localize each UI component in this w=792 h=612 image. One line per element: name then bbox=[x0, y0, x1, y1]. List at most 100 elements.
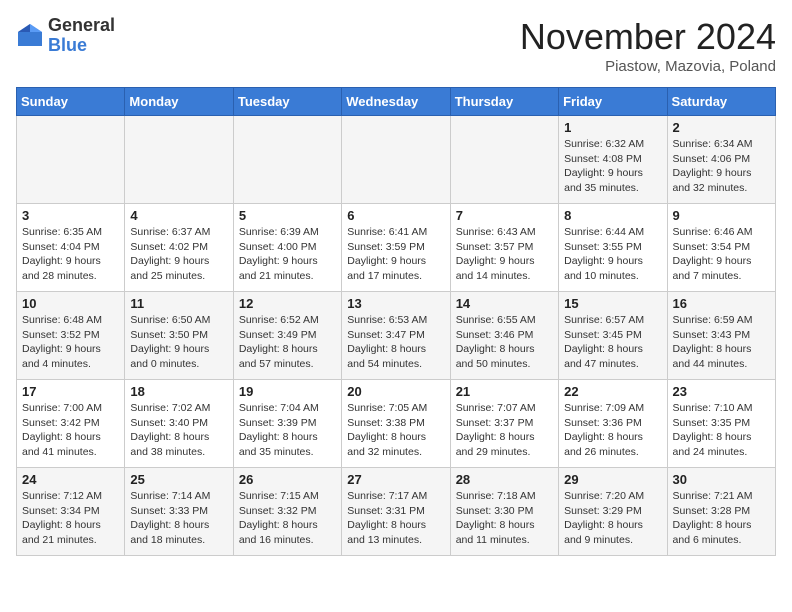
calendar-header-row: SundayMondayTuesdayWednesdayThursdayFrid… bbox=[17, 88, 776, 116]
day-info: Sunrise: 6:57 AM Sunset: 3:45 PM Dayligh… bbox=[564, 313, 661, 372]
calendar-cell: 18 Sunrise: 7:02 AM Sunset: 3:40 PM Dayli… bbox=[125, 380, 233, 468]
day-info: Sunrise: 6:34 AM Sunset: 4:06 PM Dayligh… bbox=[673, 137, 770, 196]
day-number: 28 bbox=[456, 472, 553, 487]
header-friday: Friday bbox=[559, 88, 667, 116]
day-number: 26 bbox=[239, 472, 336, 487]
calendar-cell: 19 Sunrise: 7:04 AM Sunset: 3:39 PM Dayli… bbox=[233, 380, 341, 468]
day-info: Sunrise: 7:04 AM Sunset: 3:39 PM Dayligh… bbox=[239, 401, 336, 460]
calendar-cell: 1Sunrise: 6:32 AM Sunset: 4:08 PM Daylig… bbox=[559, 116, 667, 204]
logo: General Blue bbox=[16, 16, 115, 56]
day-info: Sunrise: 7:20 AM Sunset: 3:29 PM Dayligh… bbox=[564, 489, 661, 548]
calendar-cell: 26Sunrise: 7:15 AM Sunset: 3:32 PM Dayli… bbox=[233, 468, 341, 556]
day-info: Sunrise: 7:09 AM Sunset: 3:36 PM Dayligh… bbox=[564, 401, 661, 460]
calendar-cell: 29Sunrise: 7:20 AM Sunset: 3:29 PM Dayli… bbox=[559, 468, 667, 556]
title-area: November 2024 Piastow, Mazovia, Poland bbox=[520, 16, 776, 75]
calendar-cell: 4Sunrise: 6:37 AM Sunset: 4:02 PM Daylig… bbox=[125, 204, 233, 292]
day-number: 8 bbox=[564, 208, 661, 223]
day-number: 23 bbox=[673, 384, 770, 399]
week-row-3: 17 Sunrise: 7:00 AM Sunset: 3:42 PM Dayli… bbox=[17, 380, 776, 468]
calendar-cell: 20 Sunrise: 7:05 AM Sunset: 3:38 PM Dayli… bbox=[342, 380, 450, 468]
day-number: 2 bbox=[673, 120, 770, 135]
header-thursday: Thursday bbox=[450, 88, 558, 116]
day-number: 11 bbox=[130, 296, 227, 311]
day-info: Sunrise: 7:10 AM Sunset: 3:35 PM Dayligh… bbox=[673, 401, 770, 460]
header-tuesday: Tuesday bbox=[233, 88, 341, 116]
day-info: Sunrise: 7:21 AM Sunset: 3:28 PM Dayligh… bbox=[673, 489, 770, 548]
day-number: 20 bbox=[347, 384, 444, 399]
day-number: 24 bbox=[22, 472, 119, 487]
calendar-cell: 10 Sunrise: 6:48 AM Sunset: 3:52 PM Dayli… bbox=[17, 292, 125, 380]
location: Piastow, Mazovia, Poland bbox=[520, 58, 776, 75]
day-number: 3 bbox=[22, 208, 119, 223]
calendar-cell: 27 Sunrise: 7:17 AM Sunset: 3:31 PM Dayli… bbox=[342, 468, 450, 556]
day-info: Sunrise: 6:44 AM Sunset: 3:55 PM Dayligh… bbox=[564, 225, 661, 284]
calendar-cell bbox=[17, 116, 125, 204]
day-info: Sunrise: 6:35 AM Sunset: 4:04 PM Dayligh… bbox=[22, 225, 119, 284]
day-number: 13 bbox=[347, 296, 444, 311]
week-row-2: 10 Sunrise: 6:48 AM Sunset: 3:52 PM Dayli… bbox=[17, 292, 776, 380]
header: General Blue November 2024 Piastow, Mazo… bbox=[16, 16, 776, 75]
day-info: Sunrise: 6:37 AM Sunset: 4:02 PM Dayligh… bbox=[130, 225, 227, 284]
calendar-cell: 17 Sunrise: 7:00 AM Sunset: 3:42 PM Dayli… bbox=[17, 380, 125, 468]
day-number: 10 bbox=[22, 296, 119, 311]
day-info: Sunrise: 7:12 AM Sunset: 3:34 PM Dayligh… bbox=[22, 489, 119, 548]
day-info: Sunrise: 7:14 AM Sunset: 3:33 PM Dayligh… bbox=[130, 489, 227, 548]
day-number: 21 bbox=[456, 384, 553, 399]
calendar-cell bbox=[450, 116, 558, 204]
calendar-cell: 7 Sunrise: 6:43 AM Sunset: 3:57 PM Daylig… bbox=[450, 204, 558, 292]
day-number: 18 bbox=[130, 384, 227, 399]
calendar-cell: 3 Sunrise: 6:35 AM Sunset: 4:04 PM Daylig… bbox=[17, 204, 125, 292]
day-number: 9 bbox=[673, 208, 770, 223]
calendar-cell: 22 Sunrise: 7:09 AM Sunset: 3:36 PM Dayli… bbox=[559, 380, 667, 468]
logo-icon bbox=[16, 22, 44, 50]
calendar-cell bbox=[233, 116, 341, 204]
day-info: Sunrise: 6:59 AM Sunset: 3:43 PM Dayligh… bbox=[673, 313, 770, 372]
header-saturday: Saturday bbox=[667, 88, 775, 116]
day-number: 16 bbox=[673, 296, 770, 311]
calendar-cell bbox=[125, 116, 233, 204]
week-row-0: 1Sunrise: 6:32 AM Sunset: 4:08 PM Daylig… bbox=[17, 116, 776, 204]
header-monday: Monday bbox=[125, 88, 233, 116]
logo-general: General bbox=[48, 16, 115, 36]
week-row-1: 3 Sunrise: 6:35 AM Sunset: 4:04 PM Daylig… bbox=[17, 204, 776, 292]
day-info: Sunrise: 7:05 AM Sunset: 3:38 PM Dayligh… bbox=[347, 401, 444, 460]
calendar-cell bbox=[342, 116, 450, 204]
calendar-cell: 15Sunrise: 6:57 AM Sunset: 3:45 PM Dayli… bbox=[559, 292, 667, 380]
day-number: 5 bbox=[239, 208, 336, 223]
day-info: Sunrise: 7:00 AM Sunset: 3:42 PM Dayligh… bbox=[22, 401, 119, 460]
header-sunday: Sunday bbox=[17, 88, 125, 116]
day-info: Sunrise: 6:39 AM Sunset: 4:00 PM Dayligh… bbox=[239, 225, 336, 284]
day-info: Sunrise: 6:48 AM Sunset: 3:52 PM Dayligh… bbox=[22, 313, 119, 372]
month-title: November 2024 bbox=[520, 16, 776, 58]
day-number: 17 bbox=[22, 384, 119, 399]
day-info: Sunrise: 6:41 AM Sunset: 3:59 PM Dayligh… bbox=[347, 225, 444, 284]
day-info: Sunrise: 7:17 AM Sunset: 3:31 PM Dayligh… bbox=[347, 489, 444, 548]
day-number: 7 bbox=[456, 208, 553, 223]
day-number: 27 bbox=[347, 472, 444, 487]
day-info: Sunrise: 6:43 AM Sunset: 3:57 PM Dayligh… bbox=[456, 225, 553, 284]
calendar-cell: 5 Sunrise: 6:39 AM Sunset: 4:00 PM Daylig… bbox=[233, 204, 341, 292]
week-row-4: 24 Sunrise: 7:12 AM Sunset: 3:34 PM Dayli… bbox=[17, 468, 776, 556]
day-number: 1 bbox=[564, 120, 661, 135]
day-info: Sunrise: 6:50 AM Sunset: 3:50 PM Dayligh… bbox=[130, 313, 227, 372]
day-info: Sunrise: 6:52 AM Sunset: 3:49 PM Dayligh… bbox=[239, 313, 336, 372]
day-info: Sunrise: 6:46 AM Sunset: 3:54 PM Dayligh… bbox=[673, 225, 770, 284]
calendar-cell: 23 Sunrise: 7:10 AM Sunset: 3:35 PM Dayli… bbox=[667, 380, 775, 468]
day-number: 30 bbox=[673, 472, 770, 487]
day-number: 12 bbox=[239, 296, 336, 311]
day-info: Sunrise: 7:02 AM Sunset: 3:40 PM Dayligh… bbox=[130, 401, 227, 460]
calendar-cell: 30 Sunrise: 7:21 AM Sunset: 3:28 PM Dayli… bbox=[667, 468, 775, 556]
day-number: 22 bbox=[564, 384, 661, 399]
day-number: 14 bbox=[456, 296, 553, 311]
day-number: 25 bbox=[130, 472, 227, 487]
calendar-cell: 21 Sunrise: 7:07 AM Sunset: 3:37 PM Dayli… bbox=[450, 380, 558, 468]
day-info: Sunrise: 7:18 AM Sunset: 3:30 PM Dayligh… bbox=[456, 489, 553, 548]
logo-text: General Blue bbox=[48, 16, 115, 56]
calendar-cell: 11 Sunrise: 6:50 AM Sunset: 3:50 PM Dayli… bbox=[125, 292, 233, 380]
day-info: Sunrise: 6:53 AM Sunset: 3:47 PM Dayligh… bbox=[347, 313, 444, 372]
day-info: Sunrise: 7:07 AM Sunset: 3:37 PM Dayligh… bbox=[456, 401, 553, 460]
day-number: 19 bbox=[239, 384, 336, 399]
calendar-cell: 12 Sunrise: 6:52 AM Sunset: 3:49 PM Dayli… bbox=[233, 292, 341, 380]
calendar-table: SundayMondayTuesdayWednesdayThursdayFrid… bbox=[16, 87, 776, 556]
calendar-cell: 28 Sunrise: 7:18 AM Sunset: 3:30 PM Dayli… bbox=[450, 468, 558, 556]
